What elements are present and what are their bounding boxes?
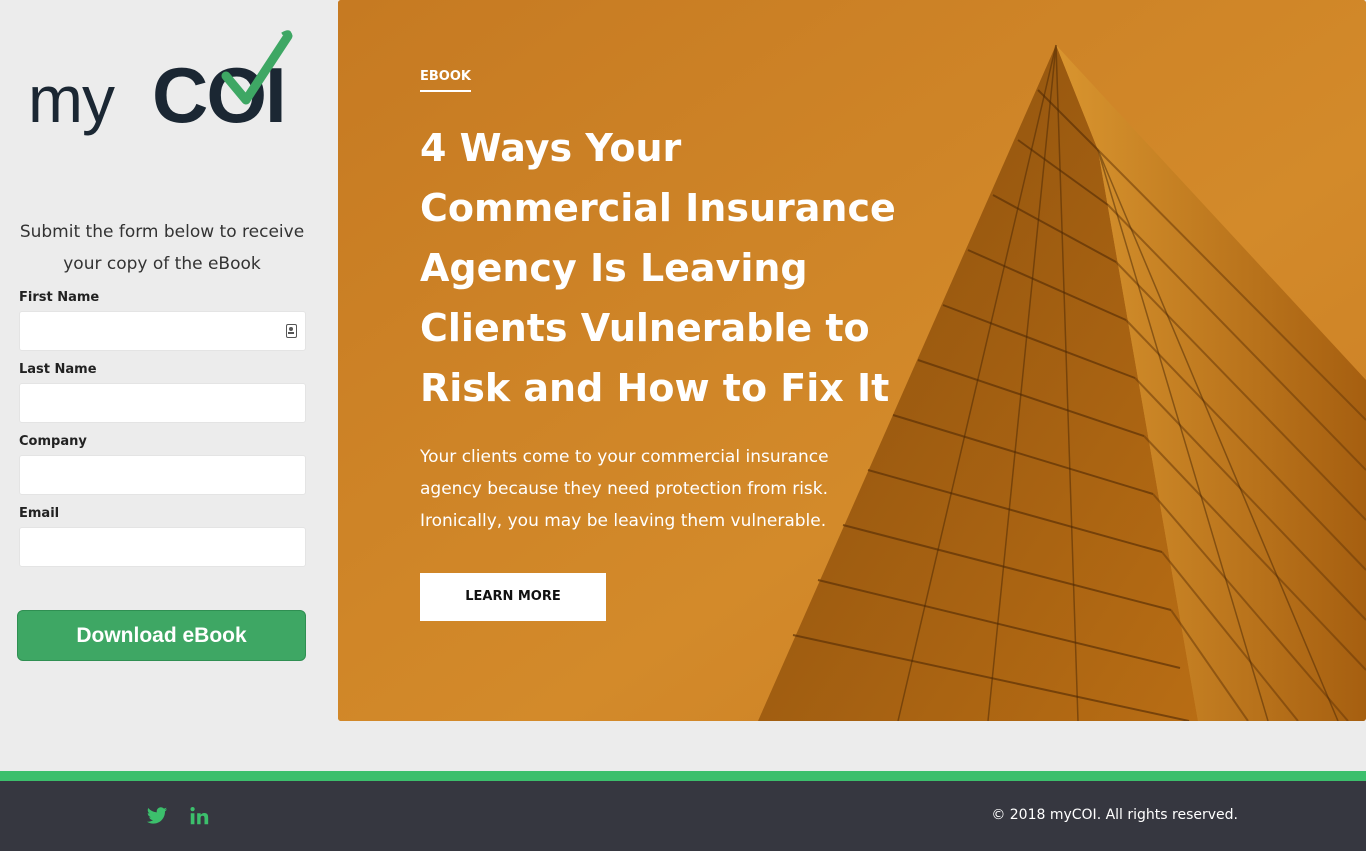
hero-description: Your clients come to your commercial ins… — [420, 447, 829, 531]
linkedin-icon[interactable] — [188, 805, 210, 827]
hero-title: 4 Ways Your Commercial Insurance Agency … — [420, 126, 896, 410]
footer-accent-stripe — [0, 771, 1366, 781]
email-field[interactable] — [19, 527, 306, 567]
form-panel: my COI Submit the form below to receive … — [0, 0, 338, 770]
twitter-icon[interactable] — [146, 805, 168, 827]
checkmark-icon — [221, 30, 293, 105]
last-name-label: Last Name — [19, 362, 97, 377]
copyright-text: © 2018 myCOI. All rights reserved. — [991, 807, 1238, 823]
email-label: Email — [19, 506, 60, 521]
contact-card-icon[interactable] — [286, 324, 297, 338]
form-intro-text: Submit the form below to receive your co… — [19, 222, 305, 274]
company-field[interactable] — [19, 455, 306, 495]
download-ebook-button[interactable]: Download eBook — [17, 610, 306, 661]
logo-text-my: my — [28, 62, 115, 136]
first-name-label: First Name — [19, 290, 100, 305]
learn-more-button[interactable]: LEARN MORE — [420, 573, 606, 621]
hero-banner: EBOOK 4 Ways Your Commercial Insurance A… — [338, 0, 1366, 721]
last-name-field[interactable] — [19, 383, 306, 423]
site-footer: © 2018 myCOI. All rights reserved. — [0, 781, 1366, 851]
first-name-field[interactable] — [19, 311, 306, 351]
ebook-eyebrow-label: EBOOK — [420, 69, 471, 92]
company-label: Company — [19, 434, 87, 449]
mycoi-logo[interactable]: my COI — [28, 28, 303, 148]
